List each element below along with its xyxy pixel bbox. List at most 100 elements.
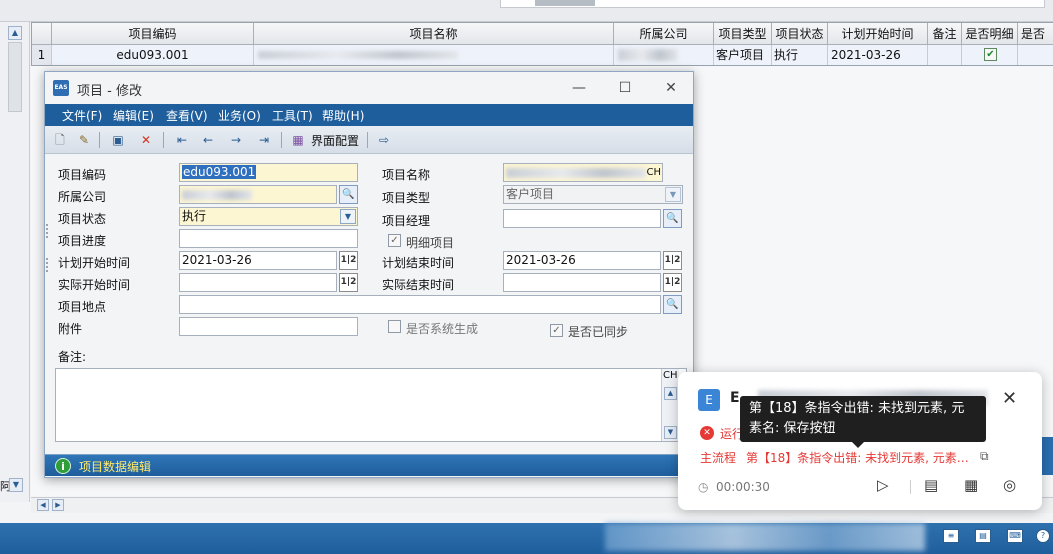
menu-business[interactable]: 业务(O) bbox=[218, 107, 261, 124]
toolbar-separator bbox=[367, 132, 368, 148]
chevron-down-icon[interactable]: ▼ bbox=[340, 209, 356, 224]
grid-header-status[interactable]: 项目状态 bbox=[772, 23, 828, 45]
grid-cell-type[interactable]: 客户项目 bbox=[714, 45, 772, 65]
remarks-textarea[interactable] bbox=[55, 368, 687, 442]
error-message: 第【18】条指令出错: 未找到元素, 元素名: 保存按钮 bbox=[746, 451, 978, 465]
code-input[interactable]: edu093.001 bbox=[179, 163, 358, 182]
scroll-right-icon[interactable]: ▶ bbox=[52, 499, 64, 511]
calendar-icon[interactable]: 1|2 bbox=[663, 273, 682, 292]
eas-logo-icon: EAS bbox=[53, 80, 69, 96]
copy-icon[interactable]: ⧉ bbox=[980, 449, 989, 464]
status-doc-icon[interactable]: ≡ bbox=[943, 529, 959, 543]
error-tooltip: 第【18】条指令出错: 未找到元素, 元素名: 保存按钮 bbox=[740, 396, 986, 442]
grid-row-number[interactable]: 1 bbox=[32, 45, 52, 65]
exit-icon[interactable]: ⇨ bbox=[375, 131, 393, 149]
company-input[interactable] bbox=[179, 185, 337, 204]
grid-header-company[interactable]: 所属公司 bbox=[614, 23, 714, 45]
minimize-icon[interactable]: — bbox=[565, 78, 593, 98]
close-icon[interactable]: ✕ bbox=[1002, 388, 1017, 409]
first-icon[interactable]: ⇤ bbox=[173, 131, 191, 149]
left-scroll-track[interactable] bbox=[8, 42, 22, 112]
scroll-up-icon[interactable]: ▲ bbox=[8, 26, 22, 40]
dialog-status-bar: i 项目数据编辑 bbox=[45, 454, 693, 476]
actual-start-input[interactable] bbox=[179, 273, 337, 292]
grid-header-plan-start[interactable]: 计划开始时间 bbox=[828, 23, 928, 45]
grid-cell-remarks[interactable] bbox=[928, 45, 962, 65]
company-lookup-icon[interactable]: 🔍 bbox=[339, 185, 358, 204]
attachment-input[interactable] bbox=[179, 317, 358, 336]
grid-cell-company[interactable] bbox=[614, 45, 714, 65]
ui-config-button[interactable]: 界面配置 bbox=[311, 132, 359, 149]
calendar-icon[interactable]: 1|2 bbox=[339, 273, 358, 292]
synced-checkbox[interactable]: ✓ bbox=[550, 324, 563, 337]
chevron-down-icon[interactable]: ▼ bbox=[665, 187, 681, 202]
is-detail-checkbox[interactable]: ✔ bbox=[984, 48, 997, 61]
status-window-icon[interactable]: ▤ bbox=[975, 529, 991, 543]
type-select[interactable]: 客户项目 ▼ bbox=[503, 185, 683, 204]
actual-start-label: 实际开始时间 bbox=[58, 278, 131, 292]
grid-cell-plan-start[interactable]: 2021-03-26 bbox=[828, 45, 928, 65]
log-icon[interactable]: ▤ bbox=[924, 476, 938, 494]
ui-config-icon[interactable]: ▦ bbox=[289, 131, 307, 149]
plan-end-input[interactable]: 2021-03-26 bbox=[503, 251, 661, 270]
scroll-down-icon[interactable]: ▼ bbox=[9, 478, 23, 492]
menu-help[interactable]: 帮助(H) bbox=[322, 107, 364, 124]
plan-start-input[interactable]: 2021-03-26 bbox=[179, 251, 337, 270]
dialog-titlebar[interactable]: EAS 项目 - 修改 — ☐ ✕ bbox=[45, 72, 693, 104]
calendar-icon[interactable]: 1|2 bbox=[339, 251, 358, 270]
delete-icon[interactable]: ✕ bbox=[137, 131, 155, 149]
status-help-icon[interactable]: ? bbox=[1036, 529, 1050, 543]
system-gen-checkbox[interactable] bbox=[388, 320, 401, 333]
grid-header-type[interactable]: 项目类型 bbox=[714, 23, 772, 45]
calendar-icon[interactable]: 1|2 bbox=[663, 251, 682, 270]
attachment-label: 附件 bbox=[58, 322, 83, 336]
menu-file[interactable]: 文件(F) bbox=[62, 107, 102, 124]
app-logo-icon: E bbox=[698, 389, 720, 411]
name-input[interactable]: CH bbox=[503, 163, 663, 182]
next-icon[interactable]: → bbox=[227, 131, 245, 149]
grid-header-more[interactable]: 是否 bbox=[1018, 23, 1053, 45]
grid-cell-status[interactable]: 执行 bbox=[772, 45, 828, 65]
scroll-down-icon[interactable]: ▼ bbox=[664, 426, 677, 439]
menu-view[interactable]: 查看(V) bbox=[166, 107, 208, 124]
tooltip-arrow bbox=[852, 442, 864, 448]
error-icon: ✕ bbox=[700, 426, 714, 440]
close-icon[interactable]: ✕ bbox=[657, 78, 685, 98]
menu-tools[interactable]: 工具(T) bbox=[272, 107, 313, 124]
table-icon[interactable]: ▦ bbox=[964, 476, 978, 494]
scroll-left-icon[interactable]: ◀ bbox=[37, 499, 49, 511]
location-input[interactable] bbox=[179, 295, 661, 314]
actual-end-label: 实际结束时间 bbox=[382, 278, 455, 292]
splitter-handle[interactable] bbox=[46, 224, 50, 238]
grid-cell-name[interactable] bbox=[254, 45, 614, 65]
last-icon[interactable]: ⇥ bbox=[255, 131, 273, 149]
play-icon[interactable]: ▷ bbox=[877, 476, 889, 494]
save-icon[interactable]: ▣ bbox=[109, 131, 127, 149]
toolbar-separator bbox=[281, 132, 282, 148]
detail-checkbox[interactable]: ✓ bbox=[388, 234, 401, 247]
grid-header-name[interactable]: 项目名称 bbox=[254, 23, 614, 45]
grid-header-is-detail[interactable]: 是否明细 bbox=[962, 23, 1018, 45]
prev-icon[interactable]: ← bbox=[199, 131, 217, 149]
actual-end-input[interactable] bbox=[503, 273, 661, 292]
grid-header-remarks[interactable]: 备注 bbox=[928, 23, 962, 45]
location-lookup-icon[interactable]: 🔍 bbox=[663, 295, 682, 314]
menu-edit[interactable]: 编辑(E) bbox=[113, 107, 154, 124]
status-keyboard-icon[interactable]: ⌨ bbox=[1007, 529, 1023, 543]
status-select[interactable]: 执行 ▼ bbox=[179, 207, 358, 226]
progress-input[interactable] bbox=[179, 229, 358, 248]
browser-icon[interactable]: ◎ bbox=[1003, 476, 1016, 494]
new-icon[interactable]: 🗋 bbox=[51, 131, 69, 149]
plan-end-label: 计划结束时间 bbox=[382, 256, 455, 270]
manager-lookup-icon[interactable]: 🔍 bbox=[663, 209, 682, 228]
grid-header-code[interactable]: 项目编码 bbox=[52, 23, 254, 45]
manager-input[interactable] bbox=[503, 209, 661, 228]
grid-cell-more[interactable] bbox=[1018, 45, 1053, 65]
scroll-up-icon[interactable]: ▲ bbox=[664, 387, 677, 400]
maximize-icon[interactable]: ☐ bbox=[611, 78, 639, 98]
remarks-scrollbar[interactable]: CH ▲ ▼ bbox=[661, 369, 679, 441]
grid-cell-is-detail[interactable]: ✔ bbox=[962, 45, 1018, 65]
edit-icon[interactable]: ✎ bbox=[75, 131, 93, 149]
splitter-handle[interactable] bbox=[46, 258, 50, 272]
grid-cell-code[interactable]: edu093.001 bbox=[52, 45, 254, 65]
